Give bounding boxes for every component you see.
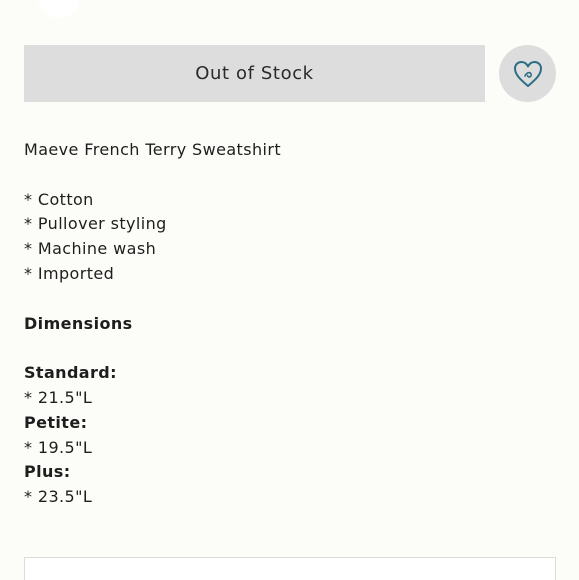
dimensions-heading: Dimensions: [24, 313, 133, 333]
product-page: Out of Stock Maeve French Terry Sweatshi…: [0, 0, 579, 580]
feature-item: * Machine wash: [24, 239, 157, 259]
bottom-panel[interactable]: [24, 557, 556, 580]
out-of-stock-button[interactable]: Out of Stock: [24, 45, 485, 102]
add-to-favorites-button[interactable]: [499, 45, 556, 102]
heart-outline-icon: [512, 59, 544, 89]
feature-item: * Cotton: [24, 189, 94, 209]
top-circle-button[interactable]: [38, 0, 80, 18]
product-description: Maeve French Terry Sweatshirt * Cotton *…: [24, 138, 554, 510]
feature-item: * Imported: [24, 263, 115, 283]
product-title: Maeve French Terry Sweatshirt: [24, 140, 281, 159]
size-label-plus: Plus:: [24, 462, 71, 482]
size-value-plus: * 23.5"L: [24, 487, 93, 507]
size-value-petite: * 19.5"L: [24, 437, 93, 457]
size-label-standard: Standard:: [24, 363, 117, 383]
size-value-standard: * 21.5"L: [24, 387, 93, 407]
size-label-petite: Petite:: [24, 412, 88, 432]
feature-item: * Pullover styling: [24, 214, 167, 234]
